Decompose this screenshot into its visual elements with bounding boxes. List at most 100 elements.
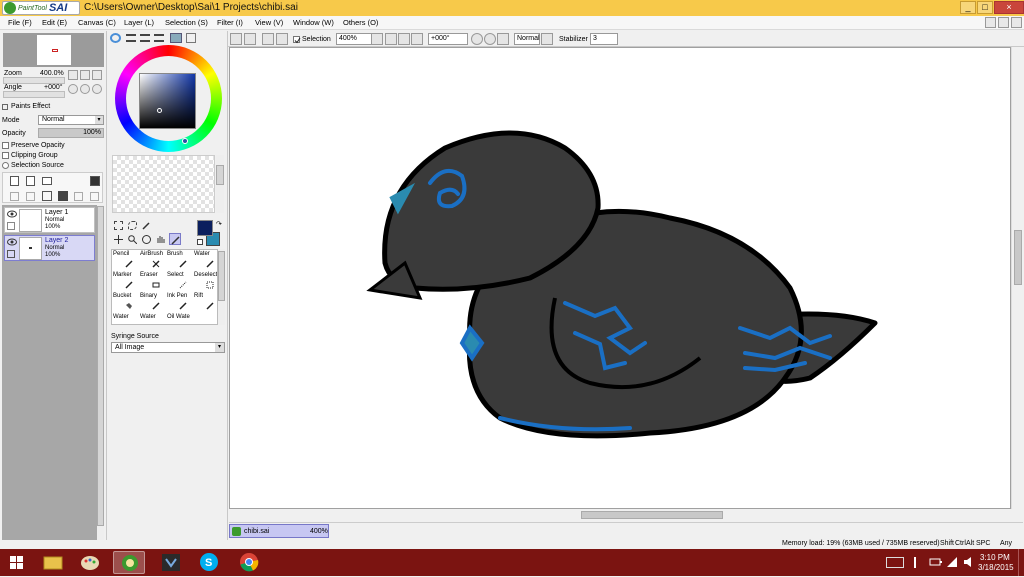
move-icon[interactable] (114, 235, 123, 244)
syringe-source-select[interactable]: All Image ▾ (111, 342, 225, 353)
eye-icon[interactable] (7, 210, 17, 218)
tool-rift[interactable]: Rift (194, 293, 217, 313)
layer-options-icon[interactable] (90, 176, 100, 186)
zoom-plus-button[interactable] (398, 33, 410, 45)
rect-select-icon[interactable] (114, 221, 123, 230)
new-layer-icon[interactable] (10, 176, 19, 186)
menu-edit[interactable]: Edit (E) (42, 18, 67, 27)
tool-water-3[interactable]: Water (140, 314, 167, 324)
zoom-slider[interactable] (3, 77, 65, 84)
rotate-left-button[interactable] (68, 84, 78, 94)
hsv-slider-tab-icon[interactable] (140, 34, 150, 42)
tool-eraser[interactable]: Eraser (140, 272, 167, 292)
magic-wand-icon[interactable] (142, 221, 151, 230)
tool-water[interactable]: Water (194, 251, 217, 271)
trash-icon[interactable] (58, 191, 68, 201)
doc-maximize-button[interactable] (998, 17, 1009, 28)
menu-canvas[interactable]: Canvas (C) (78, 18, 116, 27)
network-icon[interactable] (946, 556, 958, 568)
maximize-button[interactable]: □ (977, 1, 993, 14)
hue-marker[interactable] (182, 138, 188, 144)
rotate-reset-button[interactable] (92, 84, 102, 94)
menu-others[interactable]: Others (O) (343, 18, 378, 27)
intermediate-color-tab-icon[interactable] (154, 34, 164, 42)
rotate-tool-icon[interactable] (142, 235, 151, 244)
hand-icon[interactable] (156, 235, 165, 244)
lasso-icon[interactable] (128, 221, 137, 230)
zoom-fit-button[interactable] (411, 33, 423, 45)
zoom-out-button[interactable] (68, 70, 78, 80)
selection-checkbox[interactable] (293, 36, 301, 44)
menu-window[interactable]: Window (W) (293, 18, 334, 27)
scroll-thumb[interactable] (581, 511, 723, 519)
tool-pencil[interactable]: Pencil (113, 251, 140, 271)
transfer-down-icon[interactable] (10, 192, 19, 201)
tool-bucket[interactable]: Bucket (113, 293, 140, 313)
saturation-value-square[interactable] (139, 73, 196, 129)
rgb-slider-tab-icon[interactable] (126, 34, 136, 42)
eyedropper-icon[interactable] (169, 233, 181, 245)
clock-date[interactable]: 3/18/2015 (978, 563, 1014, 572)
angle-slider[interactable] (3, 91, 65, 98)
paint-icon[interactable] (74, 551, 106, 574)
canvas[interactable] (229, 47, 1011, 509)
apply-mask-icon[interactable] (74, 192, 83, 201)
zoom-minus-button[interactable] (385, 33, 397, 45)
new-folder-icon[interactable] (42, 177, 52, 185)
minimize-button[interactable]: _ (960, 1, 976, 14)
blend-mode-field[interactable]: Normal (514, 33, 540, 45)
tool-marker[interactable]: Marker (113, 272, 140, 292)
battery-icon[interactable] (929, 556, 942, 568)
angle-field[interactable]: +000° (428, 33, 468, 45)
zoom-tool-icon[interactable] (128, 235, 138, 245)
invert-select-button[interactable] (276, 33, 288, 45)
lock-icon[interactable] (7, 222, 15, 230)
preserve-opacity-checkbox[interactable] (2, 142, 9, 149)
tool-oil-water[interactable]: Oil Wate (167, 314, 194, 324)
clock-time[interactable]: 3:10 PM (980, 553, 1010, 562)
eye-icon[interactable] (7, 238, 17, 246)
merge-down-icon[interactable] (26, 192, 35, 201)
swatches-tab-icon[interactable] (170, 33, 182, 43)
close-button[interactable]: × (994, 1, 1024, 14)
scroll-thumb[interactable] (1014, 230, 1022, 285)
flip-button[interactable] (541, 33, 553, 45)
chrome-icon[interactable] (233, 551, 265, 574)
tool-grid-scrollbar[interactable] (218, 249, 225, 325)
new-linework-layer-icon[interactable] (26, 176, 35, 186)
undo-button[interactable] (230, 33, 242, 45)
tool-water-2[interactable]: Water (113, 314, 140, 324)
transparent-color-icon[interactable] (197, 239, 203, 245)
clipping-group-checkbox[interactable] (2, 152, 9, 159)
canvas-vertical-scrollbar[interactable] (1011, 47, 1023, 509)
flag-icon[interactable] (914, 557, 922, 568)
rotate-reset-button[interactable] (497, 33, 509, 45)
rotate-ccw-button[interactable] (471, 33, 483, 45)
zoom-reset-button[interactable] (92, 70, 102, 80)
zoom-dropdown-button[interactable] (371, 33, 383, 45)
keyboard-icon[interactable] (886, 557, 904, 568)
primary-color[interactable] (197, 220, 213, 236)
show-desktop-button[interactable] (1018, 549, 1024, 576)
redo-button[interactable] (244, 33, 256, 45)
rotate-right-button[interactable] (80, 84, 90, 94)
painttool-sai-icon[interactable] (113, 551, 145, 574)
steam-like-icon[interactable] (155, 551, 187, 574)
scratchpad-tab-icon[interactable] (186, 33, 196, 43)
layer-row-1[interactable]: Layer 1 Normal 100% (4, 207, 95, 233)
tool-binary[interactable]: Binary (140, 293, 167, 313)
opacity-slider[interactable]: 100% (38, 128, 104, 138)
tool-deselect[interactable]: Deselect (194, 272, 217, 292)
stabilizer-select[interactable]: 3 (590, 33, 618, 45)
expand-icon[interactable] (2, 104, 8, 110)
tool-ink-pen[interactable]: Ink Pen (167, 293, 194, 313)
navigator-preview[interactable] (3, 33, 104, 67)
doc-close-button[interactable] (1011, 17, 1022, 28)
canvas-horizontal-scrollbar[interactable] (229, 509, 1011, 521)
rotate-cw-button[interactable] (484, 33, 496, 45)
doc-restore-button[interactable] (985, 17, 996, 28)
mode-select[interactable]: Normal ▾ (38, 115, 104, 125)
document-tab[interactable]: chibi.sai 400% (229, 524, 329, 538)
menu-filter[interactable]: Filter (I) (217, 18, 243, 27)
file-explorer-icon[interactable] (37, 551, 69, 574)
